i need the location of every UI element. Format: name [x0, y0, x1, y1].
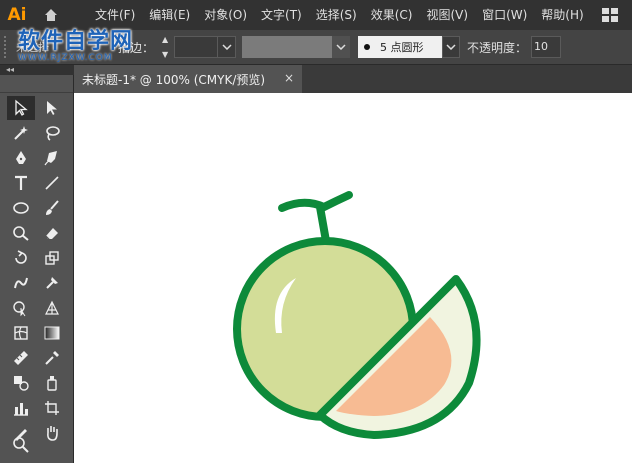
curvature-tool-icon[interactable]: [38, 146, 66, 170]
tools-panel-header[interactable]: ◂◂: [0, 65, 74, 75]
magic-wand-tool-icon[interactable]: [7, 121, 35, 145]
warp-tool-icon[interactable]: [7, 271, 35, 295]
brush-dropdown[interactable]: [442, 36, 461, 58]
column-graph-tool-icon[interactable]: [7, 396, 35, 420]
stroke-weight-dropdown[interactable]: [218, 36, 237, 58]
artboard-canvas[interactable]: [74, 93, 632, 463]
menu-object[interactable]: 对象(O): [197, 0, 254, 30]
opacity-label: 不透明度：: [467, 40, 528, 55]
chevron-down-icon: [336, 44, 346, 50]
menu-help[interactable]: 帮助(H): [534, 0, 590, 30]
stroke-label: 描边：: [118, 40, 155, 55]
document-tab[interactable]: 未标题-1* @ 100% (CMYK/预览) ×: [74, 65, 302, 93]
brush-label: 5 点圆形: [380, 41, 424, 54]
blend-tool-icon[interactable]: [7, 371, 35, 395]
opacity-input[interactable]: 10: [531, 36, 562, 58]
variable-width-profile[interactable]: [242, 36, 333, 58]
tools-panel: [0, 75, 74, 463]
eyedropper-tool-icon[interactable]: [38, 346, 66, 370]
zoom-tool-icon[interactable]: [7, 433, 35, 457]
workspace-grid-icon[interactable]: [602, 8, 618, 22]
chevron-down-icon[interactable]: ▼: [162, 50, 168, 59]
chevron-up-icon[interactable]: ▲: [162, 35, 168, 44]
home-icon[interactable]: [34, 0, 68, 30]
type-tool-icon[interactable]: [7, 171, 35, 195]
menu-items: 文件(F) 编辑(E) 对象(O) 文字(T) 选择(S) 效果(C) 视图(V…: [88, 0, 591, 30]
paintbrush-tool-icon[interactable]: [38, 196, 66, 220]
chevron-down-icon: [221, 44, 232, 50]
chevron-down-icon: [446, 44, 456, 50]
melon-stem: [278, 191, 353, 212]
close-icon[interactable]: ×: [284, 71, 294, 85]
variable-width-dropdown[interactable]: [332, 36, 351, 58]
shape-builder-tool-icon[interactable]: [7, 296, 35, 320]
direct-selection-tool-icon[interactable]: [38, 96, 66, 120]
selection-tool-icon[interactable]: [7, 96, 35, 120]
artboard-tool-icon[interactable]: [38, 396, 66, 420]
lasso-tool-icon[interactable]: [38, 121, 66, 145]
brush-definition-select[interactable]: 5 点圆形: [358, 36, 443, 58]
menu-bar: Ai 文件(F) 编辑(E) 对象(O) 文字(T) 选择(S) 效果(C) 视…: [0, 0, 632, 30]
menu-file[interactable]: 文件(F): [88, 0, 142, 30]
ellipse-tool-icon[interactable]: [7, 196, 35, 220]
eraser-tool-icon[interactable]: [38, 221, 66, 245]
menu-view[interactable]: 视图(V): [419, 0, 475, 30]
stroke-spinner[interactable]: ▲ ▼: [158, 35, 172, 59]
gradient-tool-icon[interactable]: [38, 321, 66, 345]
menu-type[interactable]: 文字(T): [254, 0, 309, 30]
document-tab-title: 未标题-1* @ 100% (CMYK/预览): [82, 72, 266, 87]
document-tab-bar: 未标题-1* @ 100% (CMYK/预览) ×: [74, 65, 632, 93]
melon-stem-stalk: [316, 203, 330, 245]
menu-window[interactable]: 窗口(W): [475, 0, 534, 30]
melon-artwork[interactable]: [74, 93, 632, 463]
measure-tool-icon[interactable]: [7, 346, 35, 370]
hand-tool-icon[interactable]: [38, 421, 66, 445]
perspective-grid-tool-icon[interactable]: [38, 296, 66, 320]
pen-tool-icon[interactable]: [7, 146, 35, 170]
control-bar: 未选择 描边： ▲ ▼ 5 点圆形 不透明度： 10: [0, 30, 632, 65]
line-tool-icon[interactable]: [38, 171, 66, 195]
scale-tool-icon[interactable]: [38, 246, 66, 270]
brush-dot-icon: [364, 44, 371, 50]
selection-label: 未选择: [16, 41, 49, 54]
puppet-warp-tool-icon[interactable]: [38, 271, 66, 295]
menu-select[interactable]: 选择(S): [309, 0, 364, 30]
panel-grip[interactable]: [4, 36, 10, 58]
menu-edit[interactable]: 编辑(E): [142, 0, 197, 30]
tools-panel-top: [0, 75, 73, 93]
app-logo: Ai: [7, 5, 27, 25]
mesh-tool-icon[interactable]: [7, 321, 35, 345]
menu-effect[interactable]: 效果(C): [364, 0, 420, 30]
rotate-tool-icon[interactable]: [7, 246, 35, 270]
shaper-tool-icon[interactable]: [7, 221, 35, 245]
stroke-weight-input[interactable]: [174, 36, 219, 58]
symbol-sprayer-tool-icon[interactable]: [38, 371, 66, 395]
